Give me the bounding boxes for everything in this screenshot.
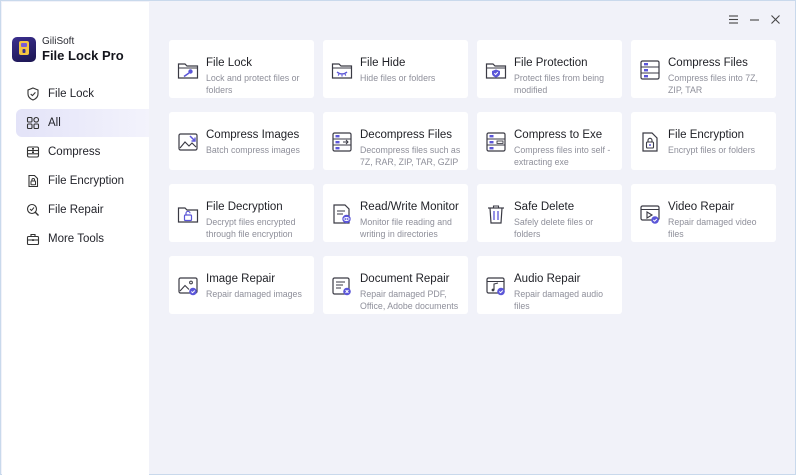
vendor-name: GiliSoft (42, 35, 75, 47)
image-repair-icon (177, 275, 199, 297)
tool-title: Audio Repair (514, 273, 581, 285)
monitor-eye-icon (331, 203, 353, 225)
tool-description: Monitor file reading and writing in dire… (360, 217, 452, 239)
tool-description: Repair damaged images (206, 289, 302, 299)
tool-title: File Protection (514, 57, 588, 69)
window-controls (727, 12, 781, 26)
close-icon[interactable] (769, 12, 781, 26)
tool-title: Safe Delete (514, 201, 575, 213)
brand: GiliSoft File Lock Pro (12, 34, 124, 64)
toolbox-icon (26, 232, 40, 246)
sidebar-item-label: File Lock (48, 88, 95, 100)
sidebar-item-file-repair[interactable]: File Repair (16, 196, 149, 224)
audio-repair-icon (485, 275, 507, 297)
tool-description: Repair damaged video files (668, 217, 757, 239)
tool-card-audio-repair[interactable]: Audio Repair Repair damaged audio files (477, 256, 622, 314)
file-repair-icon (26, 203, 40, 217)
folder-shield-icon (485, 59, 507, 81)
tool-card-compress-files[interactable]: Compress Files Compress files into 7Z, Z… (631, 40, 776, 98)
sidebar-item-label: More Tools (48, 233, 105, 245)
tool-card-compress-to-exe[interactable]: Compress to Exe Compress files into self… (477, 112, 622, 170)
menu-icon[interactable] (727, 12, 739, 26)
folder-eye-icon (331, 59, 353, 81)
sidebar-item-more-tools[interactable]: More Tools (16, 225, 149, 253)
tool-description: Decrypt files encrypted through file enc… (206, 217, 296, 239)
sidebar-item-label: File Encryption (48, 175, 125, 187)
tool-title: Video Repair (668, 201, 735, 213)
tool-description: Decompress files such as 7Z, RAR, ZIP, T… (360, 145, 461, 167)
grid-icon (26, 116, 40, 130)
tool-description: Hide files or folders (360, 73, 436, 83)
tool-card-file-encryption[interactable]: File Encryption Encrypt files or folders (631, 112, 776, 170)
tool-description: Repair damaged audio files (514, 289, 604, 311)
tool-description: Protect files from being modified (514, 73, 604, 95)
tool-title: File Encryption (668, 129, 745, 141)
tool-card-file-hide[interactable]: File Hide Hide files or folders (323, 40, 468, 98)
trash-icon (485, 203, 507, 225)
tool-title: File Lock (206, 57, 253, 69)
tool-description: Repair damaged PDF, Office, Adobe docume… (360, 289, 459, 311)
folder-key-icon (177, 59, 199, 81)
sidebar-item-label: All (48, 117, 61, 129)
tool-card-document-repair[interactable]: Document Repair Repair damaged PDF, Offi… (323, 256, 468, 314)
archive-icon (639, 59, 661, 81)
tool-title: Compress to Exe (514, 129, 603, 141)
archive-exe-icon (485, 131, 507, 153)
shield-check-icon (26, 87, 40, 101)
tool-title: Decompress Files (360, 129, 453, 141)
minimize-icon[interactable] (748, 12, 760, 26)
sidebar-item-label: Compress (48, 146, 101, 158)
tool-card-compress-images[interactable]: Compress Images Batch compress images (169, 112, 314, 170)
tools-grid: File Lock Lock and protect files or fold… (169, 40, 776, 314)
tool-description: Encrypt files or folders (668, 145, 756, 155)
archive-open-icon (331, 131, 353, 153)
tool-description: Compress files into self - extracting ex… (514, 145, 611, 167)
sidebar: GiliSoft File Lock Pro File Lock All Com… (2, 2, 149, 475)
tool-title: Compress Images (206, 129, 300, 141)
file-lock-icon (639, 131, 661, 153)
tool-card-decompress-files[interactable]: Decompress Files Decompress files such a… (323, 112, 468, 170)
tool-card-video-repair[interactable]: Video Repair Repair damaged video files (631, 184, 776, 242)
tool-title: Image Repair (206, 273, 276, 285)
tool-title: Compress Files (668, 57, 748, 69)
file-unlock-icon (177, 203, 199, 225)
app-window: GiliSoft File Lock Pro File Lock All Com… (0, 0, 796, 475)
tool-card-safe-delete[interactable]: Safe Delete Safely delete files or folde… (477, 184, 622, 242)
sidebar-item-file-lock[interactable]: File Lock (16, 80, 149, 108)
document-repair-icon (331, 275, 353, 297)
app-logo-icon (12, 36, 36, 62)
tool-description: Safely delete files or folders (514, 217, 594, 239)
tool-card-file-lock[interactable]: File Lock Lock and protect files or fold… (169, 40, 314, 98)
sidebar-item-compress[interactable]: Compress (16, 138, 149, 166)
sidebar-nav: File Lock All Compress File Encryption F… (16, 80, 149, 254)
image-compress-icon (177, 131, 199, 153)
tool-description: Batch compress images (206, 145, 300, 155)
video-repair-icon (639, 203, 661, 225)
file-lock-icon (26, 174, 40, 188)
tool-title: File Decryption (206, 201, 283, 213)
app-title: File Lock Pro (42, 47, 124, 63)
tool-card-file-protection[interactable]: File Protection Protect files from being… (477, 40, 622, 98)
tool-card-read-write-monitor[interactable]: Read/Write Monitor Monitor file reading … (323, 184, 468, 242)
tool-description: Compress files into 7Z, ZIP, TAR (668, 73, 758, 95)
tool-description: Lock and protect files or folders (206, 73, 300, 95)
tool-card-file-decryption[interactable]: File Decryption Decrypt files encrypted … (169, 184, 314, 242)
tool-title: File Hide (360, 57, 406, 69)
tool-card-image-repair[interactable]: Image Repair Repair damaged images (169, 256, 314, 314)
compress-icon (26, 145, 40, 159)
sidebar-item-label: File Repair (48, 204, 104, 216)
tool-title: Document Repair (360, 273, 450, 285)
sidebar-item-file-encryption[interactable]: File Encryption (16, 167, 149, 195)
sidebar-item-all[interactable]: All (16, 109, 149, 137)
tool-title: Read/Write Monitor (360, 201, 459, 213)
